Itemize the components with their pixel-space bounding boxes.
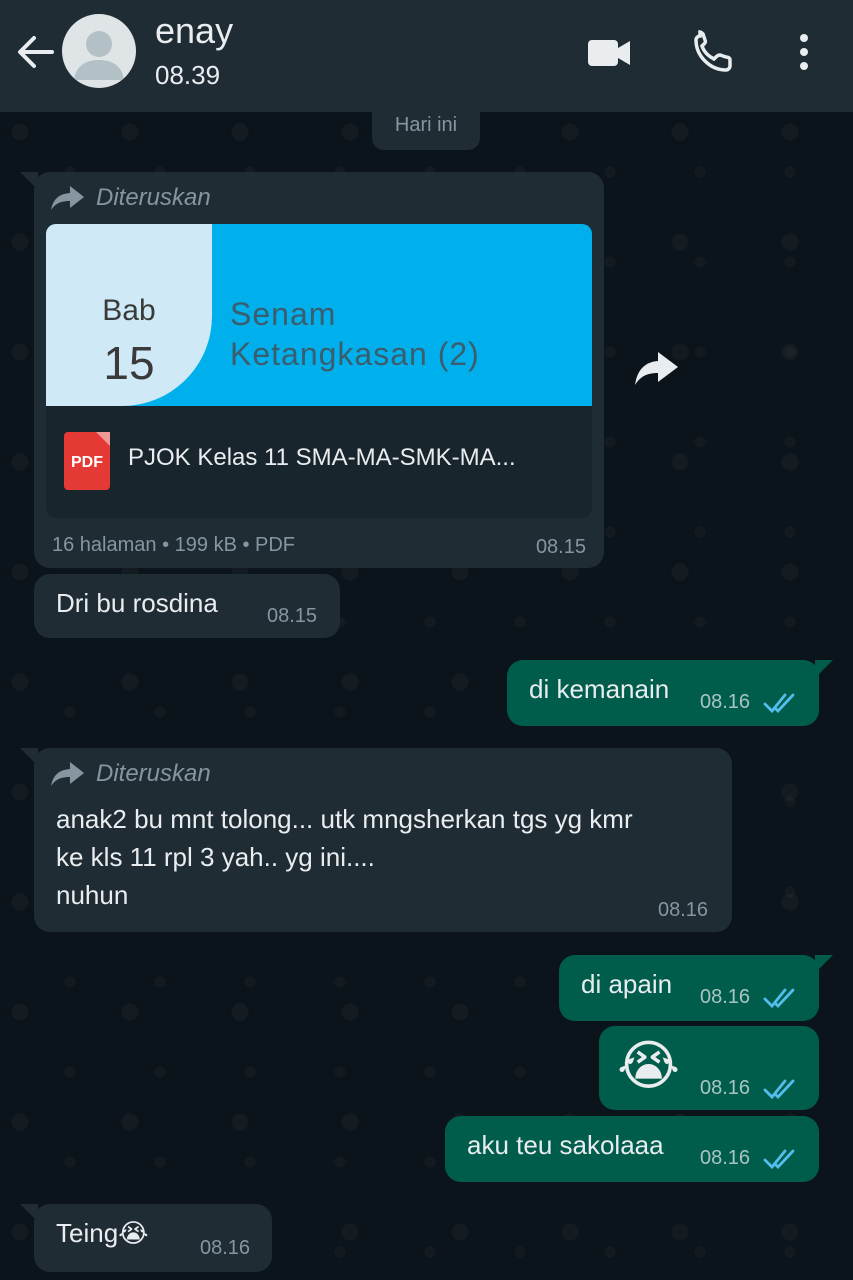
message-time: 08.16 [700,1077,751,1099]
message-bubble-outgoing-emoji[interactable]: 😭 08.16 [599,1026,819,1110]
emoji-crying: 😭 [617,1036,681,1096]
chapter-word: Bab [102,294,156,327]
read-ticks-icon [763,693,795,714]
message-time: 08.15 [267,605,318,627]
forwarded-label: Diteruskan [96,184,211,211]
chat-header: enay 08.39 [0,0,853,112]
document-meta: 16 halaman • 199 kB • PDF [52,534,296,556]
back-arrow-icon[interactable] [14,30,58,74]
thumbnail-chapter-panel: Bab 15 [46,224,212,406]
message-time: 08.16 [700,1147,751,1169]
forwarded-indicator: Diteruskan [50,756,211,792]
message-text: Dri bu rosdina [56,588,218,618]
message-bubble-outgoing[interactable]: di kemanain 08.16 [507,660,833,726]
message-bubble-incoming[interactable]: Teing😭 08.16 [20,1204,272,1272]
message-time: 08.15 [535,536,586,558]
pdf-file-icon: PDF [64,432,110,490]
message-text-line-3: nuhun [56,880,129,910]
thumbnail-title-line-2: Ketangkasan (2) [230,336,480,372]
read-ticks-icon [763,988,795,1009]
message-bubble-incoming[interactable]: Dri bu rosdina 08.15 [34,574,340,638]
message-text: aku teu sakolaaa [467,1130,664,1160]
message-time: 08.16 [700,986,751,1008]
avatar-icon [74,31,124,80]
message-text: Teing😭 [56,1218,149,1248]
phone-call-icon[interactable] [690,30,740,76]
forwarded-label: Diteruskan [96,760,211,787]
message-text: di kemanain [529,674,670,704]
message-text-line-2: ke kls 11 rpl 3 yah.. yg ini.... [56,842,375,872]
message-bubble-outgoing[interactable]: aku teu sakolaaa 08.16 [445,1116,819,1182]
document-thumbnail-title: Senam Ketangkasan (2) [230,294,480,374]
forward-share-icon[interactable] [632,348,682,388]
forwarded-indicator: Diteruskan [50,180,211,216]
message-bubble-outgoing[interactable]: di apain 08.16 [559,955,833,1021]
contact-status: 08.39 [155,60,221,90]
thumbnail-title-line-1: Senam [230,296,337,332]
date-chip: Hari ini [372,100,480,150]
message-time: 08.16 [700,691,751,713]
message-bubble-forwarded-text[interactable]: Diteruskan anak2 bu mnt tolong... utk mn… [20,748,732,932]
document-thumbnail[interactable]: Bab 15 Senam Ketangkasan (2) [46,224,592,406]
message-time: 08.16 [658,899,709,921]
forward-arrow-icon [51,186,84,210]
more-options-icon[interactable] [782,30,826,76]
document-file-name: PJOK Kelas 11 SMA-MA-SMK-MA... [128,444,516,471]
forward-arrow-icon [51,762,84,786]
message-time: 08.16 [200,1237,251,1259]
read-ticks-icon [763,1149,795,1170]
contact-name[interactable]: enay [155,10,233,52]
pdf-badge-label: PDF [71,454,103,471]
message-bubble-document[interactable]: Diteruskan Bab 15 Senam Ketangkasan (2) … [20,172,604,568]
read-ticks-icon [763,1079,795,1100]
chapter-number: 15 [103,337,155,389]
video-call-icon[interactable] [584,30,634,76]
document-file-row[interactable]: PDF PJOK Kelas 11 SMA-MA-SMK-MA... [46,406,592,518]
message-text-line-1: anak2 bu mnt tolong... utk mngsherkan tg… [56,804,633,834]
message-text: di apain [581,969,673,999]
avatar[interactable] [62,14,136,88]
